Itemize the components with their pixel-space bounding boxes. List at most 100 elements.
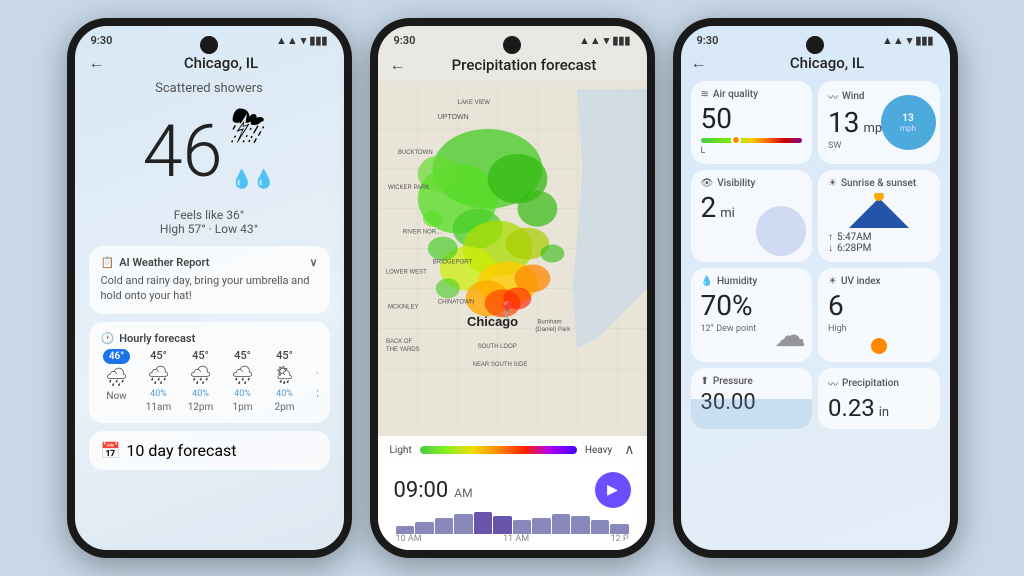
signal-icon-3: ▲▲: [882, 34, 904, 47]
city-title-1: Chicago, IL: [113, 54, 330, 72]
hour-icon-11: 🌧: [147, 365, 170, 386]
hour-item-11: 45° 🌧 40% 11am: [143, 349, 175, 413]
hour-item-now: 46° 🌧 Now: [101, 349, 133, 413]
svg-text:BRIDGEPORT: BRIDGEPORT: [432, 259, 472, 265]
back-button-3[interactable]: ←: [691, 53, 707, 73]
hour-item-12: 45° 🌧 40% 12pm: [185, 349, 217, 413]
nav-bar-2: ← Precipitation forecast: [378, 51, 647, 81]
sunset-time: 6:28PM: [837, 243, 871, 254]
uv-dot: [871, 338, 887, 354]
air-quality-card: ≋ Air quality 50 L: [691, 81, 813, 164]
svg-text:WICKER PARK: WICKER PARK: [387, 185, 428, 191]
wind-circle: 13 mph: [881, 95, 936, 150]
ai-report-card: 📋 AI Weather Report ∨ Cold and rainy day…: [89, 246, 330, 314]
calendar-icon: 📅: [101, 441, 121, 460]
tbar9: [552, 514, 571, 534]
mountain-svg: [849, 193, 909, 228]
ai-icon: 📋: [101, 256, 115, 269]
air-quality-title: ≋ Air quality: [701, 89, 803, 100]
back-button-2[interactable]: ←: [390, 55, 406, 75]
clock-icon: 🕐: [101, 332, 115, 345]
uv-card: ☀ UV index 6 High: [818, 268, 940, 362]
precip-title: 〰 Precipitation: [828, 376, 930, 391]
svg-text:UPTOWN: UPTOWN: [437, 114, 468, 121]
hourly-scroll[interactable]: 46° 🌧 Now 45° 🌧 40% 11am 45° 🌧 40% 12pm: [101, 349, 318, 413]
time-control-bar: 09:00 AM ▶: [378, 464, 647, 550]
wind-circle-unit: mph: [900, 124, 916, 133]
svg-text:(Daniel) Park: (Daniel) Park: [535, 327, 570, 333]
collapse-legend-button[interactable]: ∧: [624, 442, 634, 458]
feels-like: Feels like 36° High 57° · Low 43°: [89, 208, 330, 236]
timeline[interactable]: 10 AM 11 AM 12 P: [394, 512, 631, 542]
temp-row: 46 ⛈💧💧: [89, 100, 330, 204]
svg-text:Burnham: Burnham: [537, 319, 561, 325]
detail-grid: ≋ Air quality 50 L 〰 Wind 13 mph: [691, 81, 940, 429]
pressure-wave: [691, 399, 813, 429]
hour-icon-1: 🌧: [231, 365, 254, 386]
phone-map: 9:30 ▲▲ ▾ ▮▮▮ ← Precipitation forecast: [370, 18, 655, 558]
map-title: Precipitation forecast: [414, 56, 635, 74]
hour-label-now: Now: [106, 391, 126, 402]
weather-condition: Scattered showers: [89, 81, 330, 96]
map-svg: UPTOWN BUCKTOWN WICKER PARK RIVER NOR...…: [378, 81, 647, 436]
svg-text:NEAR SOUTH SIDE: NEAR SOUTH SIDE: [472, 362, 527, 368]
hour-precip-12: 40%: [192, 389, 209, 399]
hour-label-1: 1pm: [232, 402, 252, 413]
details-screen: ← Chicago, IL ≋ Air quality 50 L 〰: [681, 51, 950, 550]
hour-icon-12: 🌧: [189, 365, 212, 386]
timeline-bars: [394, 512, 631, 534]
svg-text:CHINATOWN: CHINATOWN: [437, 299, 473, 305]
signal-icon: ▲▲: [276, 34, 298, 47]
status-icons-3: ▲▲ ▾ ▮▮▮: [882, 34, 933, 47]
precipitation-map[interactable]: UPTOWN BUCKTOWN WICKER PARK RIVER NOR...…: [378, 81, 647, 436]
sunrise-icon: ☀: [828, 178, 837, 189]
pressure-title: ⬆ Pressure: [701, 376, 803, 387]
precip-value-row: 0.23 in: [828, 395, 930, 421]
tbar6: [493, 516, 512, 534]
status-time-1: 9:30: [91, 34, 113, 47]
hour-precip-11: 40%: [150, 389, 167, 399]
humidity-icon: 💧: [701, 276, 713, 287]
status-bar-2: 9:30 ▲▲ ▾ ▮▮▮: [378, 26, 647, 51]
pressure-card: ⬆ Pressure 30.00: [691, 368, 813, 429]
hour-icon-2: 🌦: [273, 365, 296, 386]
aqi-dot: [731, 135, 741, 145]
hour-temp-11: 45°: [150, 349, 167, 362]
status-time-2: 9:30: [394, 34, 416, 47]
precip-value: 0.23: [828, 394, 875, 422]
precip-icon: 〰: [828, 376, 838, 391]
tbar5: [474, 512, 493, 534]
humidity-title: 💧 Humidity: [701, 276, 803, 287]
hour-temp-now: 46°: [103, 349, 130, 364]
svg-text:📍: 📍: [496, 299, 518, 321]
aqi-bar: [701, 138, 803, 143]
play-button[interactable]: ▶: [595, 472, 631, 508]
wind-circle-value: 13: [902, 113, 913, 124]
hour-temp-2: 45°: [276, 349, 293, 362]
timeline-labels: 10 AM 11 AM 12 P: [394, 534, 631, 544]
temperature: 46: [143, 116, 223, 188]
tbar4: [454, 514, 473, 534]
precipitation-legend: Light Heavy ∧: [378, 436, 647, 464]
ten-day-card[interactable]: 📅 10 day forecast: [89, 431, 330, 470]
phone-weather: 9:30 ▲▲ ▾ ▮▮▮ ← Chicago, IL Scattered sh…: [67, 18, 352, 558]
precipitation-card: 〰 Precipitation 0.23 in: [818, 368, 940, 429]
wifi-icon-2: ▾: [604, 34, 610, 47]
svg-text:LOWER WEST: LOWER WEST: [385, 269, 426, 275]
sunset-time-row: ↓ 6:28PM: [828, 243, 930, 254]
uv-label: High: [828, 324, 930, 334]
cloud-icon: ☁: [774, 316, 806, 354]
collapse-icon[interactable]: ∨: [309, 256, 317, 269]
visibility-value: 2: [701, 191, 717, 224]
hour-temp-12: 45°: [192, 349, 209, 362]
hour-icon-3: ⛅: [315, 365, 317, 386]
svg-text:SOUTH LOOP: SOUTH LOOP: [477, 344, 516, 350]
time-label-12p: 12 P: [610, 534, 628, 544]
back-button-1[interactable]: ←: [89, 53, 105, 73]
time-display: 09:00 AM: [394, 478, 473, 503]
ai-report-title: 📋 AI Weather Report ∨: [101, 256, 318, 269]
humidity-card: 💧 Humidity 70% 12° Dew point ☁: [691, 268, 813, 362]
visibility-card: 👁 Visibility 2 mi: [691, 170, 813, 262]
hour-icon-now: 🌧: [105, 367, 128, 388]
hour-label-2: 2pm: [274, 402, 294, 413]
